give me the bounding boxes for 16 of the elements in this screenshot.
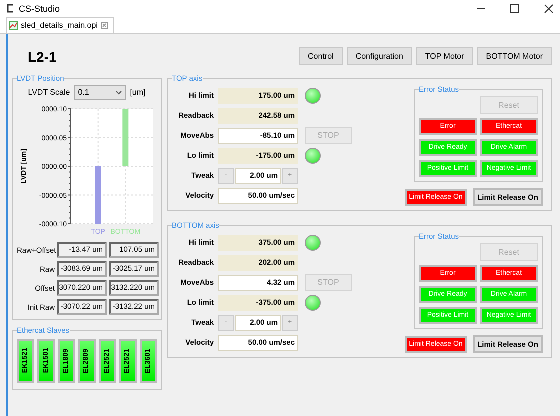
scale-dropdown[interactable]: 0.1 [74,85,126,100]
window-title: CS-Studio [19,4,62,14]
nav-button[interactable]: TOP Motor [416,47,474,65]
scale-label: LVDT Scale [28,88,70,97]
page-title: L2-1 [28,49,57,65]
close-icon[interactable] [544,4,554,14]
nav-button[interactable]: BOTTOM Motor [477,47,552,65]
unit-label: [um] [130,88,146,97]
nav-button[interactable]: Control [299,47,343,65]
bar [122,109,129,166]
app-icon [6,4,15,13]
nav-button[interactable]: Configuration [346,47,412,65]
editor-tab[interactable]: sled_details_main.opi [6,17,114,33]
chevron-icon [116,90,122,94]
chart-file-icon [9,21,18,30]
maximize-icon[interactable] [510,4,520,14]
